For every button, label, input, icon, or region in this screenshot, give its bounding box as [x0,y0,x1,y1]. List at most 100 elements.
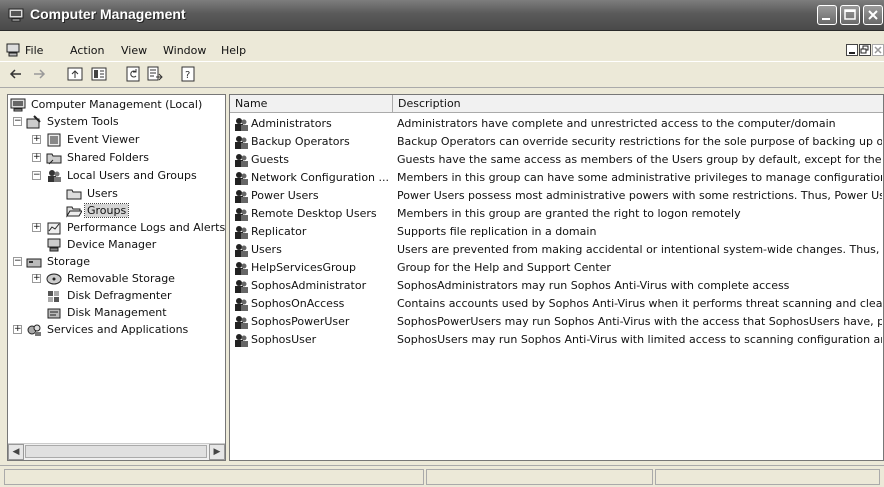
collapse-toggle[interactable]: − [13,257,22,266]
tree-item-users[interactable]: Users [66,185,120,202]
list-item[interactable]: Power Users Power Users possess most admi… [230,187,883,205]
group-icon [235,208,248,221]
list-item[interactable]: SophosPowerUser SophosPowerUsers may run … [230,313,883,331]
toolbar: ? [0,61,884,88]
tree-item-removable-storage[interactable]: Removable Storage [46,270,177,287]
tree-item-disk-defragmenter[interactable]: Disk Defragmenter [46,287,174,304]
up-icon[interactable] [67,66,83,82]
tree-label: Storage [47,255,91,268]
menu-view[interactable]: View [121,44,147,57]
column-header-name[interactable]: Name [230,95,393,112]
expand-toggle[interactable]: + [32,153,41,162]
child-close-button[interactable] [872,44,884,56]
tree-item-shared-folders[interactable]: Shared Folders [46,149,151,166]
group-description: Members in this group are granted the ri… [397,207,741,220]
menu-bar: File Action View Window Help [0,41,884,61]
maximize-button[interactable] [840,5,860,25]
expand-toggle[interactable]: + [32,135,41,144]
list-item[interactable]: SophosAdministrator SophosAdministrators … [230,277,883,295]
show-hide-tree-icon[interactable] [91,66,107,82]
performance-icon [47,222,61,235]
tree-item-services-and-applications[interactable]: Services and Applications [26,321,190,338]
export-list-icon[interactable] [147,66,163,82]
tree-item-system-tools[interactable]: System Tools [26,113,121,130]
tree-item-local-users-and-groups[interactable]: Local Users and Groups [46,167,199,184]
mmc-document-icon[interactable] [6,43,20,57]
group-icon [235,262,248,275]
list-item[interactable]: Backup Operators Backup Operators can ove… [230,133,883,151]
restore-icon [860,45,869,54]
list-item[interactable]: Replicator Supports file replication in a… [230,223,883,241]
tree-item-device-manager[interactable]: Device Manager [46,236,158,253]
expand-toggle[interactable]: + [32,223,41,232]
menu-window[interactable]: Window [163,44,206,57]
list-item[interactable]: Network Configuration ... Members in this… [230,169,883,187]
list-item[interactable]: HelpServicesGroup Group for the Help and … [230,259,883,277]
back-icon[interactable] [8,66,24,82]
status-panel-main [4,469,424,485]
expand-toggle[interactable]: + [13,325,22,334]
forward-icon[interactable] [31,66,47,82]
expand-toggle[interactable]: + [32,274,41,283]
group-icon [235,280,248,293]
menu-help[interactable]: Help [221,44,246,57]
list-item[interactable]: Guests Guests have the same access as mem… [230,151,883,169]
folder-icon [66,189,82,200]
group-icon [235,118,248,131]
tree-item-disk-management[interactable]: Disk Management [46,304,169,321]
scroll-thumb[interactable] [25,445,207,458]
group-description: Power Users possess most administrative … [397,189,882,202]
group-description: Users are prevented from making accident… [397,243,882,256]
scroll-right-button[interactable]: ▶ [209,444,225,460]
shared-folder-icon [46,153,62,165]
removable-storage-icon [46,273,62,285]
minimize-icon [849,52,855,54]
svg-text:?: ? [185,70,190,81]
tree-label: Disk Defragmenter [67,289,172,302]
tree-item-computer-management[interactable]: Computer Management (Local) [10,96,204,113]
group-name: Guests [251,153,290,166]
tree-label: Services and Applications [47,323,189,336]
child-restore-button[interactable] [859,44,871,56]
computer-management-window: Computer Management File Action View Win… [0,0,884,487]
column-header-description[interactable]: Description [393,95,883,112]
tree-horizontal-scrollbar[interactable]: ◀ ▶ [8,443,225,460]
list-item[interactable]: Administrators Administrators have comple… [230,115,883,133]
collapse-toggle[interactable]: − [13,117,22,126]
title-bar[interactable]: Computer Management [0,0,884,31]
console-tree-pane[interactable]: Computer Management (Local) − System Too… [7,94,226,461]
group-icon [235,172,248,185]
menu-action[interactable]: Action [70,44,104,57]
group-name: Power Users [251,189,319,202]
menu-file[interactable]: File [25,44,43,57]
tree-item-event-viewer[interactable]: Event Viewer [46,131,141,148]
details-list-pane[interactable]: Name Description Administrators Administr… [229,94,884,461]
group-description: Members in this group can have some admi… [397,171,882,184]
child-minimize-button[interactable] [846,44,858,56]
refresh-icon[interactable] [125,66,141,82]
help-icon[interactable]: ? [180,66,196,82]
scroll-left-button[interactable]: ◀ [8,444,24,460]
list-item[interactable]: Users Users are prevented from making acc… [230,241,883,259]
defrag-icon [48,291,59,302]
tree-label: Removable Storage [67,272,175,285]
collapse-toggle[interactable]: − [32,171,41,180]
group-description: Group for the Help and Support Center [397,261,611,274]
group-name: SophosAdministrator [251,279,367,292]
list-item[interactable]: Remote Desktop Users Members in this grou… [230,205,883,223]
close-icon [874,46,882,54]
group-description: Guests have the same access as members o… [397,153,882,166]
list-item[interactable]: SophosUser SophosUsers may run Sophos Ant… [230,331,883,349]
tree-item-performance-logs[interactable]: Performance Logs and Alerts [46,219,225,236]
close-button[interactable] [863,5,883,25]
group-icon [235,136,248,149]
list-item[interactable]: SophosOnAccess Contains accounts used by … [230,295,883,313]
group-description: SophosUsers may run Sophos Anti-Virus wi… [397,333,882,346]
minimize-button[interactable] [817,5,837,25]
tree-item-groups[interactable]: Groups [66,202,130,219]
group-icon [235,316,248,329]
tree-label: Shared Folders [67,151,149,164]
tree-item-storage[interactable]: Storage [26,253,92,270]
group-description: Contains accounts used by Sophos Anti-Vi… [397,297,882,310]
device-manager-icon [47,238,61,252]
